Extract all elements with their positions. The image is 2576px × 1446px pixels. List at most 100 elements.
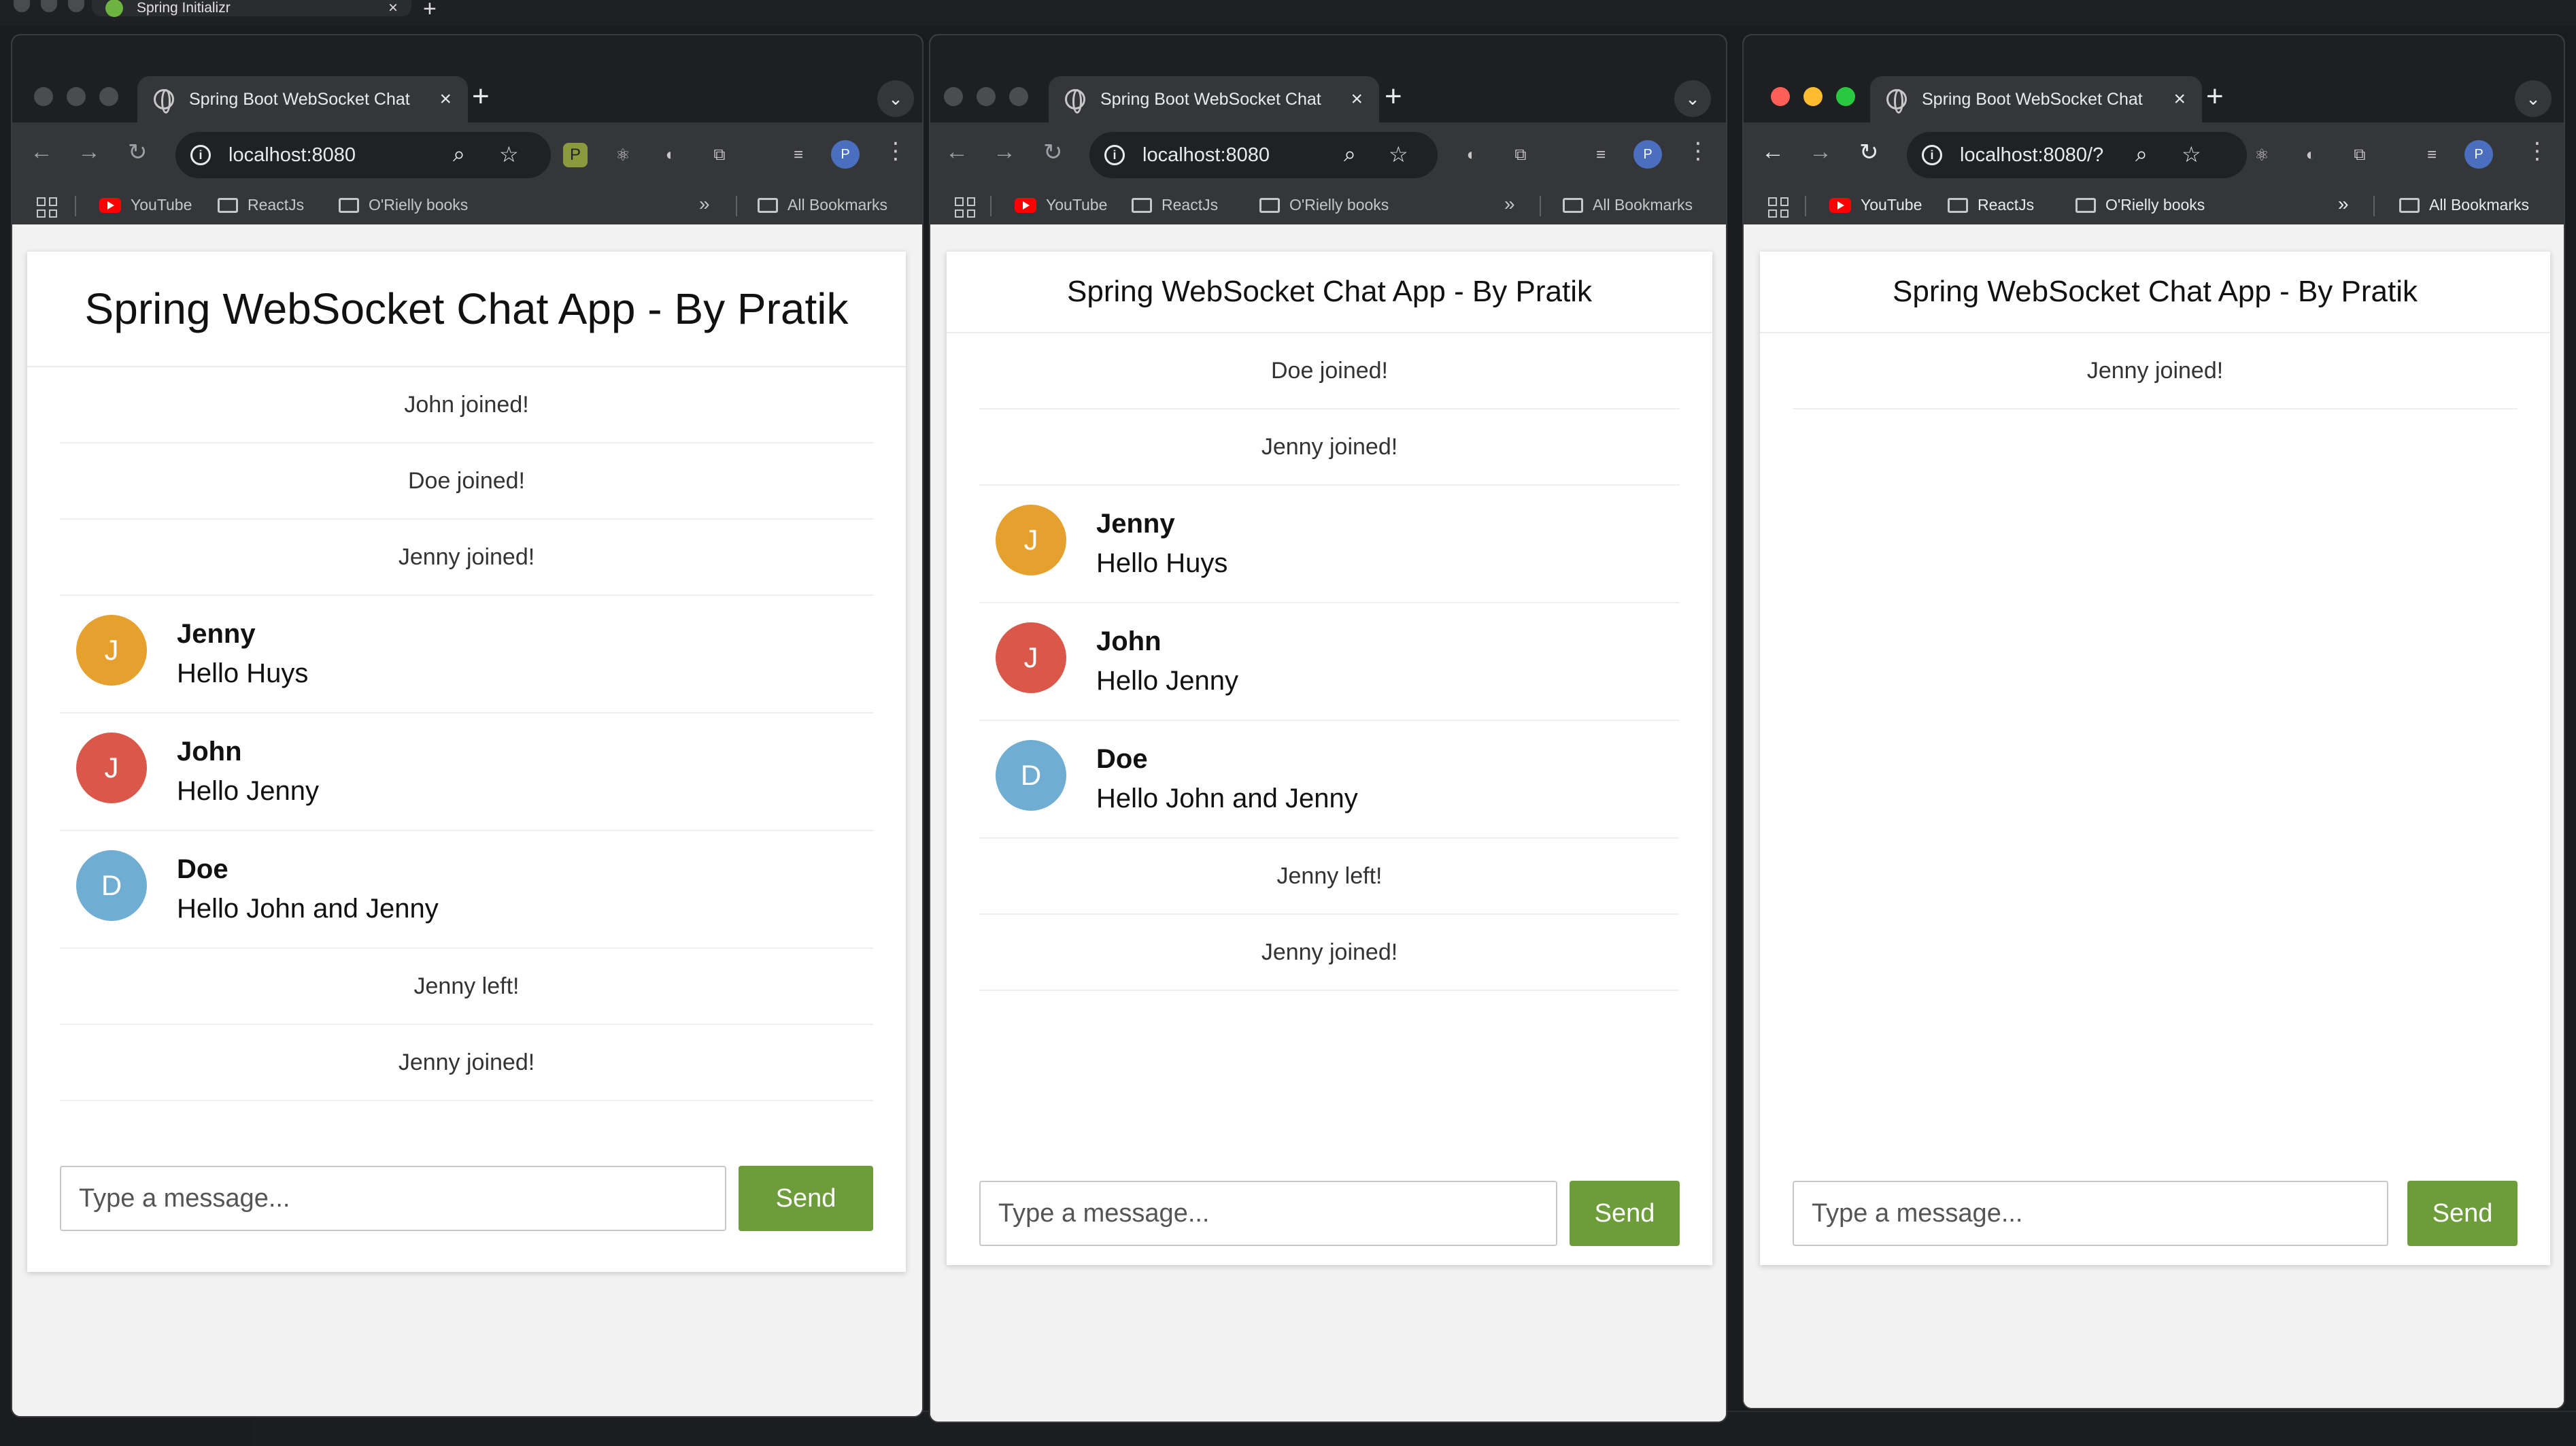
window-controls[interactable] bbox=[34, 87, 118, 106]
sender-name: Jenny bbox=[177, 619, 256, 649]
message-input[interactable] bbox=[1793, 1181, 2388, 1246]
event-message: Jenny joined! bbox=[979, 915, 1680, 991]
more-bookmarks-icon[interactable]: » bbox=[2338, 193, 2349, 215]
divider bbox=[736, 196, 737, 216]
zoom-icon[interactable]: ⌕ bbox=[453, 141, 465, 167]
new-tab-icon[interactable]: + bbox=[1385, 78, 1402, 116]
all-bookmarks[interactable]: All Bookmarks bbox=[1563, 196, 1693, 214]
send-button[interactable]: Send bbox=[739, 1166, 873, 1231]
bookmark-youtube[interactable]: YouTube bbox=[1015, 196, 1107, 214]
sender-name: Jenny bbox=[1096, 509, 1175, 539]
zoom-icon[interactable]: ⌕ bbox=[2135, 141, 2148, 167]
bookmark-star-icon[interactable]: ☆ bbox=[499, 141, 519, 167]
extension-circle-icon[interactable]: ◐ bbox=[2299, 143, 2323, 167]
globe-icon bbox=[1886, 89, 1907, 114]
active-tab[interactable]: Spring Boot WebSocket Chat × bbox=[1049, 76, 1379, 122]
event-message: Jenny joined! bbox=[60, 520, 873, 596]
youtube-icon bbox=[99, 197, 121, 213]
bookmark-star-icon[interactable]: ☆ bbox=[2182, 141, 2201, 167]
more-bookmarks-icon[interactable]: » bbox=[1504, 193, 1515, 215]
sender-name: Doe bbox=[1096, 744, 1148, 774]
reading-list-icon[interactable]: ≡ bbox=[786, 143, 811, 167]
apps-icon[interactable] bbox=[955, 197, 975, 218]
address-bar[interactable]: i localhost:8080 ⌕ ☆ bbox=[175, 132, 551, 178]
back-icon[interactable]: ← bbox=[945, 139, 968, 165]
bookmark-label: All Bookmarks bbox=[1593, 196, 1693, 214]
apps-icon[interactable] bbox=[37, 197, 57, 218]
bookmark-oreilly[interactable]: O'Rielly books bbox=[1259, 196, 1389, 214]
all-bookmarks[interactable]: All Bookmarks bbox=[758, 196, 887, 214]
apps-icon[interactable] bbox=[1768, 197, 1789, 218]
extension-circle-icon[interactable]: ◐ bbox=[1459, 143, 1484, 167]
bookmark-label: YouTube bbox=[1861, 196, 1922, 214]
background-window-tabstrip: Spring Initializr × + bbox=[0, 0, 2576, 26]
folder-icon bbox=[1563, 197, 1583, 213]
extensions-puzzle-icon[interactable]: ⧉ bbox=[1508, 143, 1533, 167]
close-icon[interactable]: × bbox=[2173, 88, 2186, 111]
active-tab[interactable]: Spring Boot WebSocket Chat × bbox=[1870, 76, 2202, 122]
tab-search-icon[interactable]: ⌄ bbox=[2515, 80, 2552, 117]
close-icon[interactable]: × bbox=[388, 0, 398, 18]
tab-search-icon[interactable]: ⌄ bbox=[1674, 80, 1711, 117]
reading-list-icon[interactable]: ≡ bbox=[2420, 143, 2444, 167]
site-info-icon[interactable]: i bbox=[1922, 145, 1942, 165]
new-tab-icon[interactable]: + bbox=[423, 0, 437, 22]
divider bbox=[2373, 196, 2375, 216]
forward-icon[interactable]: → bbox=[78, 139, 101, 165]
menu-icon[interactable]: ⋮ bbox=[2526, 137, 2549, 165]
forward-icon[interactable]: → bbox=[1809, 139, 1832, 165]
message-input[interactable] bbox=[979, 1181, 1557, 1246]
new-tab-icon[interactable]: + bbox=[2206, 78, 2224, 116]
spring-icon bbox=[105, 0, 123, 17]
bookmark-youtube[interactable]: YouTube bbox=[99, 196, 192, 214]
active-tab[interactable]: Spring Boot WebSocket Chat × bbox=[137, 76, 468, 122]
event-message: Jenny joined! bbox=[1793, 333, 2518, 409]
menu-icon[interactable]: ⋮ bbox=[1687, 137, 1710, 165]
bookmark-oreilly[interactable]: O'Rielly books bbox=[2075, 196, 2205, 214]
bookmark-reactjs[interactable]: ReactJs bbox=[1948, 196, 2034, 214]
profile-avatar[interactable]: P bbox=[2464, 140, 2493, 169]
extensions-puzzle-icon[interactable]: ⧉ bbox=[707, 143, 732, 167]
react-devtools-icon[interactable]: ⚛ bbox=[2250, 143, 2274, 167]
react-devtools-icon[interactable]: ⚛ bbox=[611, 143, 635, 167]
extension-circle-icon[interactable]: ◐ bbox=[658, 143, 683, 167]
reload-icon[interactable]: ↻ bbox=[1859, 139, 1879, 166]
bookmark-youtube[interactable]: YouTube bbox=[1829, 196, 1922, 214]
back-icon[interactable]: ← bbox=[30, 139, 53, 165]
bookmark-oreilly[interactable]: O'Rielly books bbox=[339, 196, 468, 214]
new-tab-icon[interactable]: + bbox=[472, 78, 490, 116]
extension-icon[interactable]: P bbox=[563, 143, 588, 167]
message-text: Hello Jenny bbox=[1096, 666, 1239, 696]
more-bookmarks-icon[interactable]: » bbox=[699, 193, 710, 215]
back-icon[interactable]: ← bbox=[1761, 139, 1784, 165]
close-icon[interactable]: × bbox=[1351, 88, 1363, 111]
address-bar[interactable]: i localhost:8080 ⌕ ☆ bbox=[1089, 132, 1438, 178]
background-tab[interactable]: Spring Initializr × bbox=[92, 0, 411, 18]
zoom-icon[interactable]: ⌕ bbox=[1344, 141, 1356, 167]
reading-list-icon[interactable]: ≡ bbox=[1589, 143, 1613, 167]
reload-icon[interactable]: ↻ bbox=[128, 139, 148, 166]
forward-icon[interactable]: → bbox=[993, 139, 1016, 165]
site-info-icon[interactable]: i bbox=[190, 145, 211, 165]
send-button[interactable]: Send bbox=[2407, 1181, 2518, 1246]
bookmark-reactjs[interactable]: ReactJs bbox=[218, 196, 304, 214]
window-controls[interactable] bbox=[944, 87, 1028, 106]
profile-avatar[interactable]: P bbox=[831, 140, 860, 169]
site-info-icon[interactable]: i bbox=[1104, 145, 1125, 165]
send-button[interactable]: Send bbox=[1570, 1181, 1680, 1246]
tab-search-icon[interactable]: ⌄ bbox=[877, 80, 914, 117]
address-bar[interactable]: i localhost:8080/? ⌕ ☆ bbox=[1907, 132, 2247, 178]
window-controls[interactable] bbox=[1771, 87, 1855, 106]
message-input[interactable] bbox=[60, 1166, 726, 1231]
menu-icon[interactable]: ⋮ bbox=[884, 137, 907, 165]
event-message: Jenny joined! bbox=[60, 1025, 873, 1101]
close-icon[interactable]: × bbox=[439, 88, 452, 111]
all-bookmarks[interactable]: All Bookmarks bbox=[2399, 196, 2529, 214]
bookmark-reactjs[interactable]: ReactJs bbox=[1132, 196, 1218, 214]
folder-icon bbox=[339, 197, 359, 213]
profile-avatar[interactable]: P bbox=[1633, 140, 1662, 169]
reload-icon[interactable]: ↻ bbox=[1043, 139, 1063, 166]
page-title: Spring WebSocket Chat App - By Pratik bbox=[1760, 252, 2550, 333]
extensions-puzzle-icon[interactable]: ⧉ bbox=[2348, 143, 2372, 167]
bookmark-star-icon[interactable]: ☆ bbox=[1389, 141, 1408, 167]
